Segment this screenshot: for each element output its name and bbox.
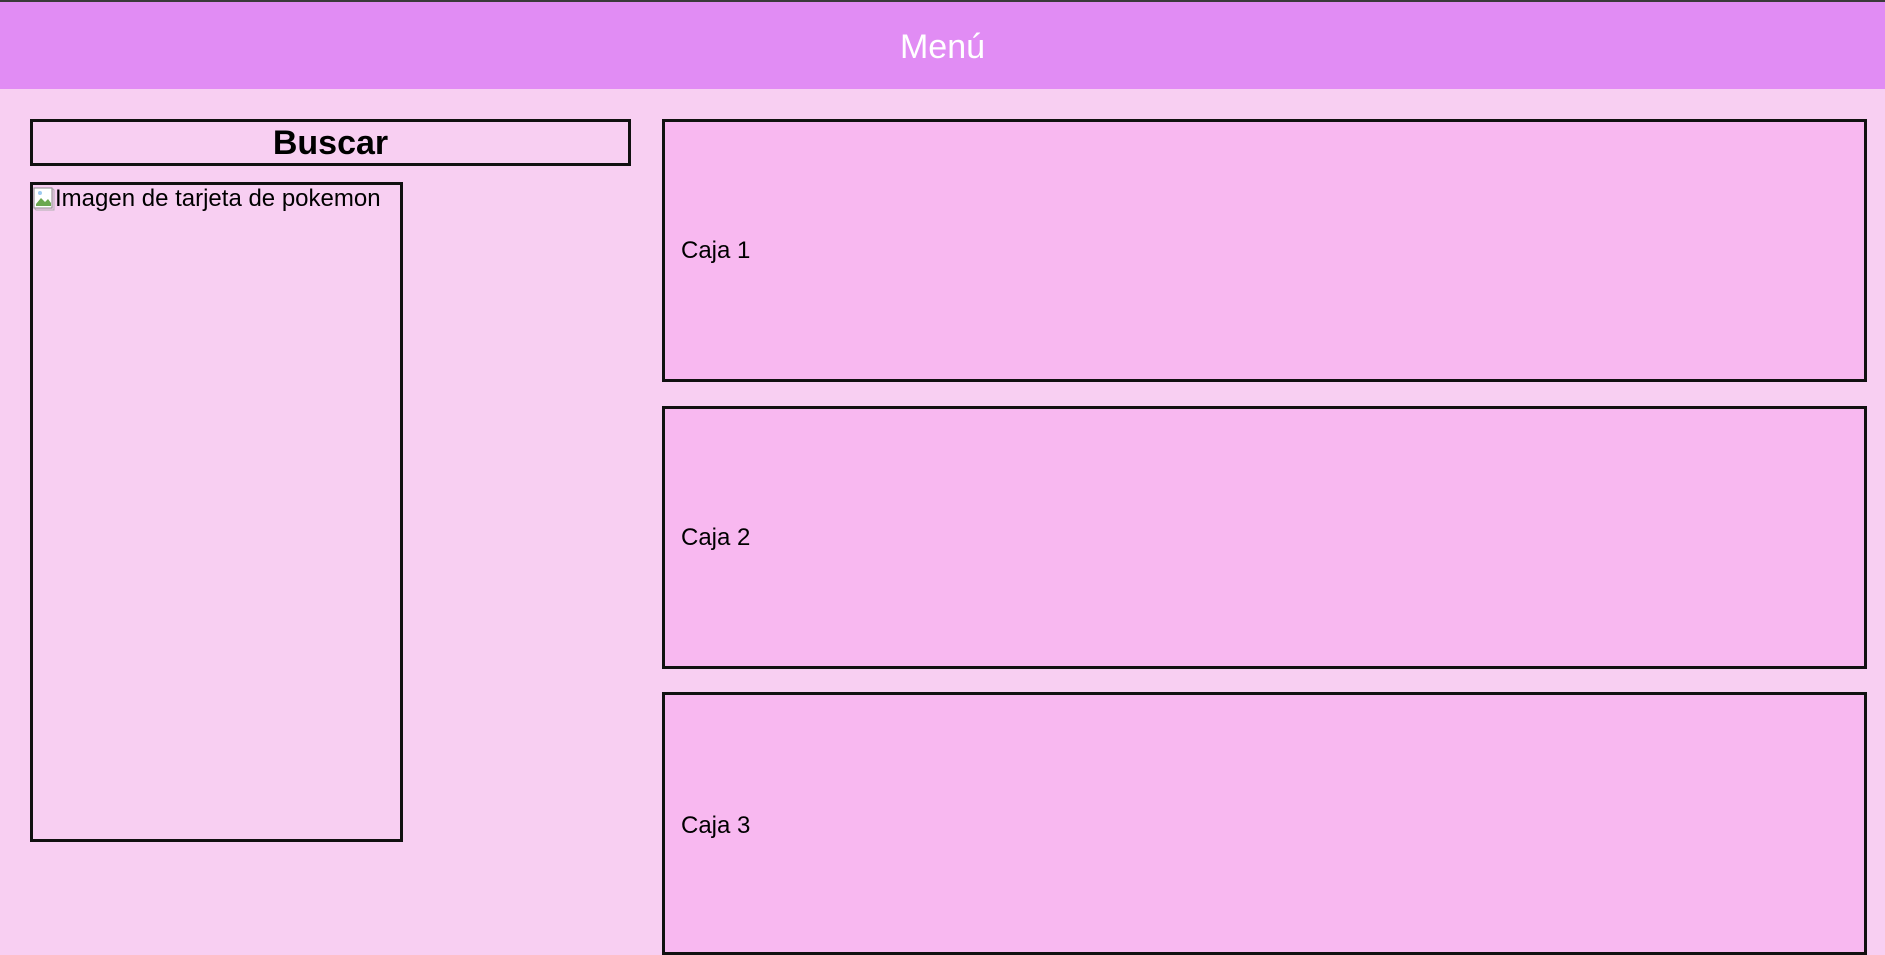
box-3-label: Caja 3 [681,812,751,839]
menu-header: Menú [0,0,1885,89]
box-1[interactable]: Caja 1 [662,119,1867,382]
broken-image-icon [33,187,55,211]
pokemon-card-image: Imagen de tarjeta de pokemon [33,185,381,213]
box-2-label: Caja 2 [681,523,751,551]
search-box[interactable]: Buscar [30,119,631,166]
box-3[interactable]: Caja 3 [662,692,1867,955]
menu-title[interactable]: Menú [900,30,985,64]
box-1-label: Caja 1 [681,236,751,264]
search-label: Buscar [272,123,389,162]
pokemon-card-alt-text: Imagen de tarjeta de pokemon [55,185,381,212]
box-2[interactable]: Caja 2 [662,406,1867,669]
pokemon-card-frame: Imagen de tarjeta de pokemon [30,182,403,842]
